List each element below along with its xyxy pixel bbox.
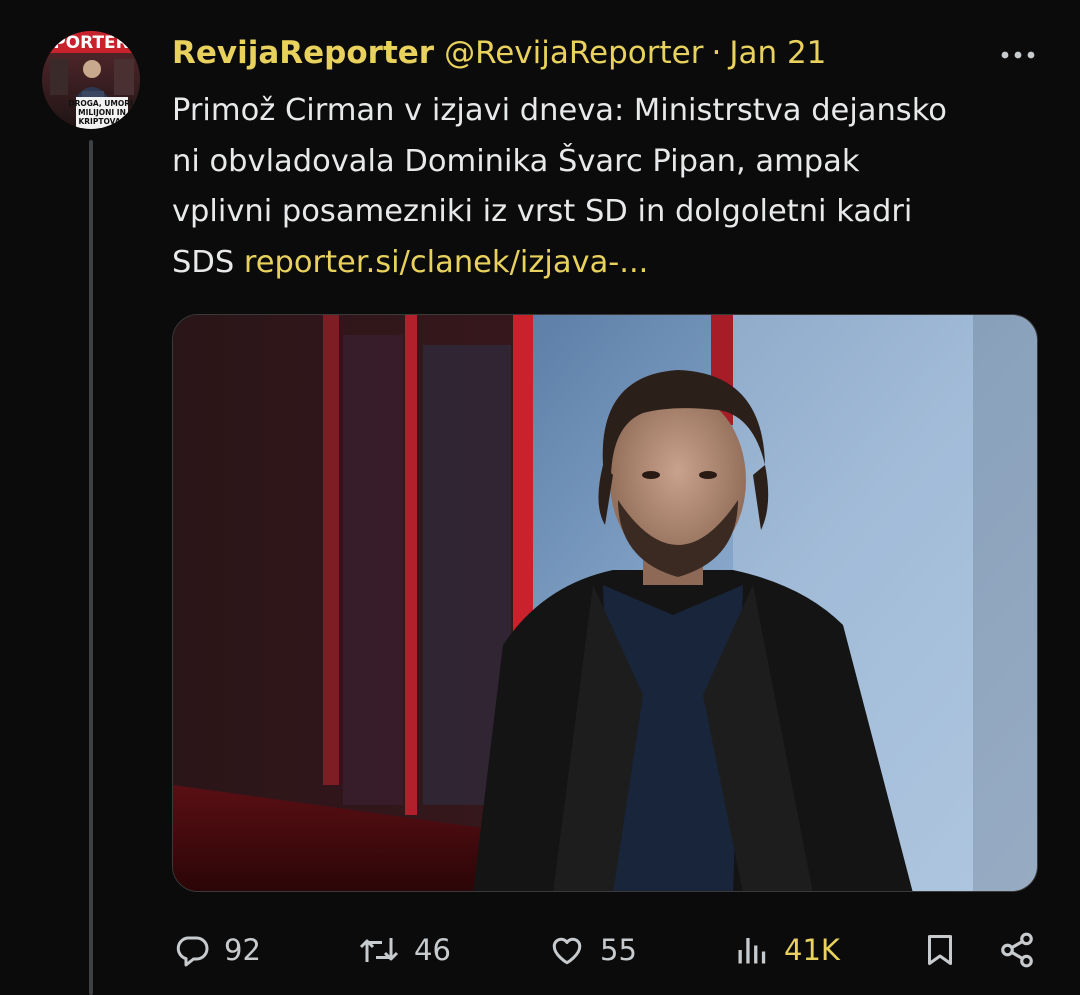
tweet-text: Primož Cirman v izjavi dneva: Ministrstv… bbox=[172, 86, 1032, 288]
repost-icon bbox=[359, 938, 399, 962]
bookmark-icon bbox=[928, 935, 952, 965]
avatar-image: PORTER DROGA, UMORI, MILIJONI IN KRIPTOV… bbox=[42, 31, 140, 129]
share-button[interactable] bbox=[998, 920, 1036, 980]
media-photo bbox=[173, 315, 1037, 891]
tweet-text-line: vplivni posamezniki iz vrst SD in dolgol… bbox=[172, 194, 913, 229]
more-options-button[interactable] bbox=[998, 40, 1038, 70]
display-name[interactable]: RevijaReporter bbox=[172, 35, 434, 71]
tweet-actions-bar: 92 46 55 41K bbox=[172, 920, 1042, 980]
reply-count: 92 bbox=[224, 933, 261, 967]
share-icon bbox=[1001, 932, 1033, 968]
heart-icon bbox=[552, 937, 582, 965]
tweet-text-line: Primož Cirman v izjavi dneva: Ministrstv… bbox=[172, 93, 947, 128]
user-handle[interactable]: @RevijaReporter bbox=[444, 35, 703, 71]
tweet[interactable]: PORTER DROGA, UMORI, MILIJONI IN KRIPTOV… bbox=[0, 0, 1080, 995]
tweet-text-line: ni obvladovala Dominika Švarc Pipan, amp… bbox=[172, 143, 860, 179]
tweet-media-image[interactable] bbox=[172, 314, 1038, 892]
like-button[interactable]: 55 bbox=[548, 920, 637, 980]
avatar[interactable]: PORTER DROGA, UMORI, MILIJONI IN KRIPTOV… bbox=[42, 31, 140, 129]
repost-button[interactable]: 46 bbox=[358, 920, 451, 980]
more-horizontal-icon bbox=[1001, 51, 1035, 59]
reply-button[interactable]: 92 bbox=[174, 920, 261, 980]
bookmark-button[interactable] bbox=[922, 920, 958, 980]
avatar-headline-2: MILIJONI IN bbox=[78, 108, 126, 117]
like-count: 55 bbox=[600, 933, 637, 967]
reply-icon bbox=[176, 936, 209, 967]
separator-dot: · bbox=[711, 35, 722, 71]
views-count: 41K bbox=[784, 933, 840, 967]
tweet-date[interactable]: Jan 21 bbox=[729, 35, 826, 71]
thread-connector-line bbox=[89, 140, 93, 995]
avatar-masthead: PORTER bbox=[53, 33, 129, 53]
avatar-headline-3: KRIPTOVAL bbox=[78, 117, 125, 126]
tweet-text-prefix: SDS bbox=[172, 244, 244, 280]
repost-count: 46 bbox=[414, 933, 451, 967]
avatar-headline-1: DROGA, UMORI, bbox=[68, 99, 135, 108]
tweet-text-line: SDS reporter.si/clanek/izjava-... bbox=[172, 238, 1032, 289]
article-link[interactable]: reporter.si/clanek/izjava-... bbox=[244, 245, 648, 280]
analytics-icon bbox=[738, 938, 766, 964]
views-button[interactable]: 41K bbox=[734, 920, 840, 980]
tweet-header: RevijaReporter @RevijaReporter · Jan 21 bbox=[172, 30, 826, 76]
